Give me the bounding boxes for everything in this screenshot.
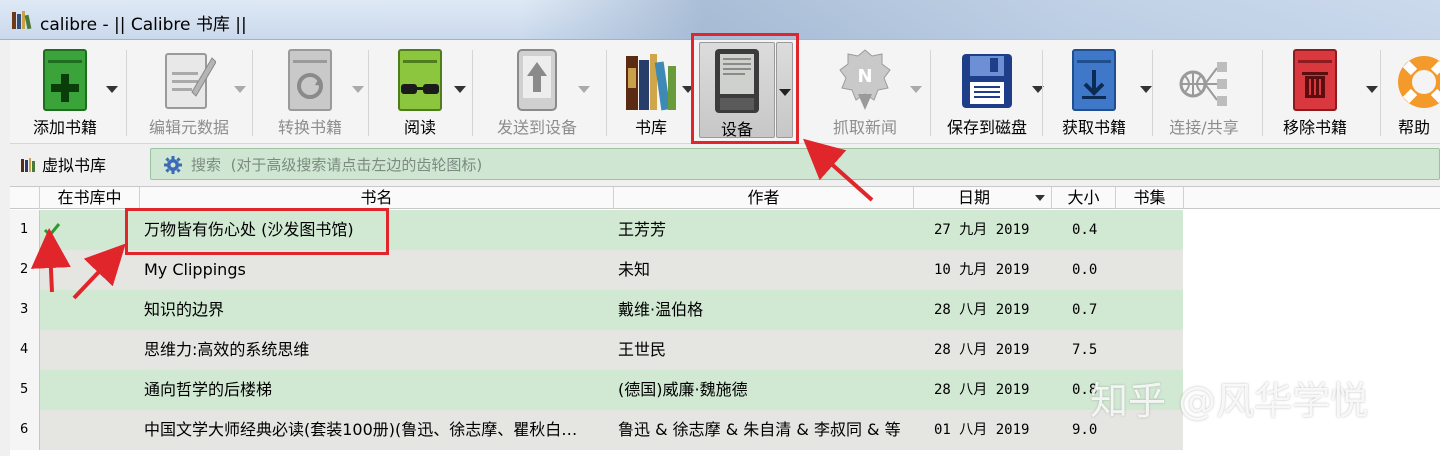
on-device-cell — [40, 370, 140, 410]
virtual-library-button[interactable]: 虚拟书库 — [20, 152, 106, 176]
add-books-button[interactable]: 添加书籍 — [10, 40, 120, 144]
get-books-icon — [1072, 49, 1116, 111]
title-cell: 思维力:高效的系统思维 — [144, 340, 310, 359]
title-cell: 中国文学大师经典必读(套装100册)(鲁迅、徐志摩、瞿秋白… — [144, 420, 578, 439]
remove-book-icon — [1293, 49, 1337, 111]
column-series[interactable]: 书集 — [1116, 187, 1184, 209]
edit-metadata-icon — [165, 53, 216, 109]
library-icon — [626, 54, 676, 111]
row-number: 6 — [10, 410, 40, 450]
column-title[interactable]: 书名 — [140, 187, 614, 209]
remove-books-button[interactable]: 移除书籍 — [1264, 40, 1378, 144]
on-device-cell — [40, 290, 140, 330]
help-lifebuoy-icon — [1398, 56, 1440, 108]
read-dropdown-icon[interactable] — [454, 86, 466, 93]
convert-dropdown-icon[interactable] — [352, 86, 364, 93]
edit-metadata-dropdown-icon[interactable] — [234, 86, 246, 93]
save-disk-icon — [962, 54, 1012, 108]
series-cell — [1118, 250, 1182, 290]
device-highlight-box — [691, 33, 799, 144]
column-on-device[interactable]: 在书库中 — [40, 187, 140, 209]
title-highlight-box — [125, 208, 389, 255]
size-cell: 0.4 — [1072, 222, 1098, 238]
author-cell: 王世民 — [618, 340, 667, 359]
on-device-cell — [40, 250, 140, 290]
row-number: 1 — [10, 210, 40, 250]
search-input[interactable]: 搜索 (对于高级搜索请点击左边的齿轮图标) — [150, 148, 1440, 180]
size-cell: 0.0 — [1072, 262, 1098, 278]
toolbar-right: N 抓取新闻 保存到磁盘 获取书籍 连接/共享 移除书籍 帮助 — [802, 40, 1440, 144]
on-device-cell — [40, 330, 140, 370]
convert-books-button[interactable]: 转换书籍 — [254, 40, 366, 144]
table-row[interactable]: 4 思维力:高效的系统思维 王世民 28 八月 2019 7.5 — [10, 330, 1440, 370]
date-cell: 28 八月 2019 — [934, 382, 1030, 398]
series-cell — [1118, 290, 1182, 330]
author-cell: 王芳芳 — [618, 220, 667, 239]
row-number: 3 — [10, 290, 40, 330]
fetch-news-icon: N — [839, 49, 891, 110]
title-cell: 通向哲学的后楼梯 — [144, 380, 273, 399]
date-cell: 10 九月 2019 — [934, 262, 1030, 278]
series-cell — [1118, 330, 1182, 370]
get-books-dropdown-icon[interactable] — [1140, 86, 1152, 93]
library-button[interactable]: 书库 — [608, 40, 694, 144]
size-cell: 0.7 — [1072, 302, 1098, 318]
author-cell: 未知 — [618, 260, 651, 279]
fetch-news-button[interactable]: N 抓取新闻 — [810, 40, 922, 144]
table-header: 在书库中 书名 作者 日期 大小 书集 — [10, 187, 1440, 209]
on-device-cell — [40, 410, 140, 450]
series-cell — [1118, 210, 1182, 250]
row-number: 4 — [10, 330, 40, 370]
convert-book-icon — [288, 49, 332, 111]
date-cell: 28 八月 2019 — [934, 302, 1030, 318]
virtual-library-icon — [21, 158, 35, 172]
date-cell: 01 八月 2019 — [934, 422, 1030, 438]
author-cell: 戴维·温伯格 — [618, 300, 704, 319]
save-to-disk-button[interactable]: 保存到磁盘 — [932, 40, 1044, 144]
connect-share-icon — [1179, 62, 1227, 106]
row-number: 2 — [10, 250, 40, 290]
send-to-device-button[interactable]: 发送到设备 — [474, 40, 600, 144]
gear-icon[interactable] — [163, 155, 183, 175]
size-cell: 7.5 — [1072, 342, 1098, 358]
author-cell: 鲁迅 & 徐志摩 & 朱自清 & 李叔同 & 等 — [618, 420, 901, 439]
connect-share-button[interactable]: 连接/共享 — [1154, 40, 1254, 144]
table-row[interactable]: 2 My Clippings 未知 10 九月 2019 0.0 — [10, 250, 1440, 290]
news-dropdown-icon[interactable] — [910, 86, 922, 93]
svg-text:N: N — [857, 66, 872, 87]
author-cell: (德国)威廉·魏施德 — [618, 380, 748, 399]
get-books-button[interactable]: 获取书籍 — [1044, 40, 1152, 144]
column-date[interactable]: 日期 — [914, 187, 1052, 209]
checkmark-icon — [43, 223, 61, 238]
row-number: 5 — [10, 370, 40, 410]
column-author[interactable]: 作者 — [614, 187, 914, 209]
add-books-dropdown-icon[interactable] — [106, 86, 118, 93]
table-row[interactable]: 3 知识的边界 戴维·温伯格 28 八月 2019 0.7 — [10, 290, 1440, 330]
title-cell: 知识的边界 — [144, 300, 225, 319]
send-dropdown-icon[interactable] — [578, 86, 590, 93]
send-to-device-icon — [517, 49, 557, 111]
edit-metadata-button[interactable]: 编辑元数据 — [128, 40, 250, 144]
calibre-books-icon — [12, 11, 32, 30]
column-size[interactable]: 大小 — [1052, 187, 1116, 209]
add-book-icon — [43, 49, 87, 111]
date-cell: 27 九月 2019 — [934, 222, 1030, 238]
watermark: 知乎 @风华学悦 — [1090, 379, 1369, 423]
read-book-icon — [398, 49, 442, 111]
read-book-button[interactable]: 阅读 — [370, 40, 470, 144]
search-row: 虚拟书库 搜索 (对于高级搜索请点击左边的齿轮图标) — [10, 144, 1440, 184]
remove-dropdown-icon[interactable] — [1366, 86, 1378, 93]
sort-descending-icon — [1035, 195, 1045, 201]
window-title: calibre - || Calibre 书库 || — [40, 15, 247, 35]
search-placeholder: 搜索 (对于高级搜索请点击左边的齿轮图标) — [191, 156, 483, 174]
title-cell: My Clippings — [144, 260, 246, 279]
help-button[interactable]: 帮助 — [1382, 40, 1440, 144]
date-cell: 28 八月 2019 — [934, 342, 1030, 358]
